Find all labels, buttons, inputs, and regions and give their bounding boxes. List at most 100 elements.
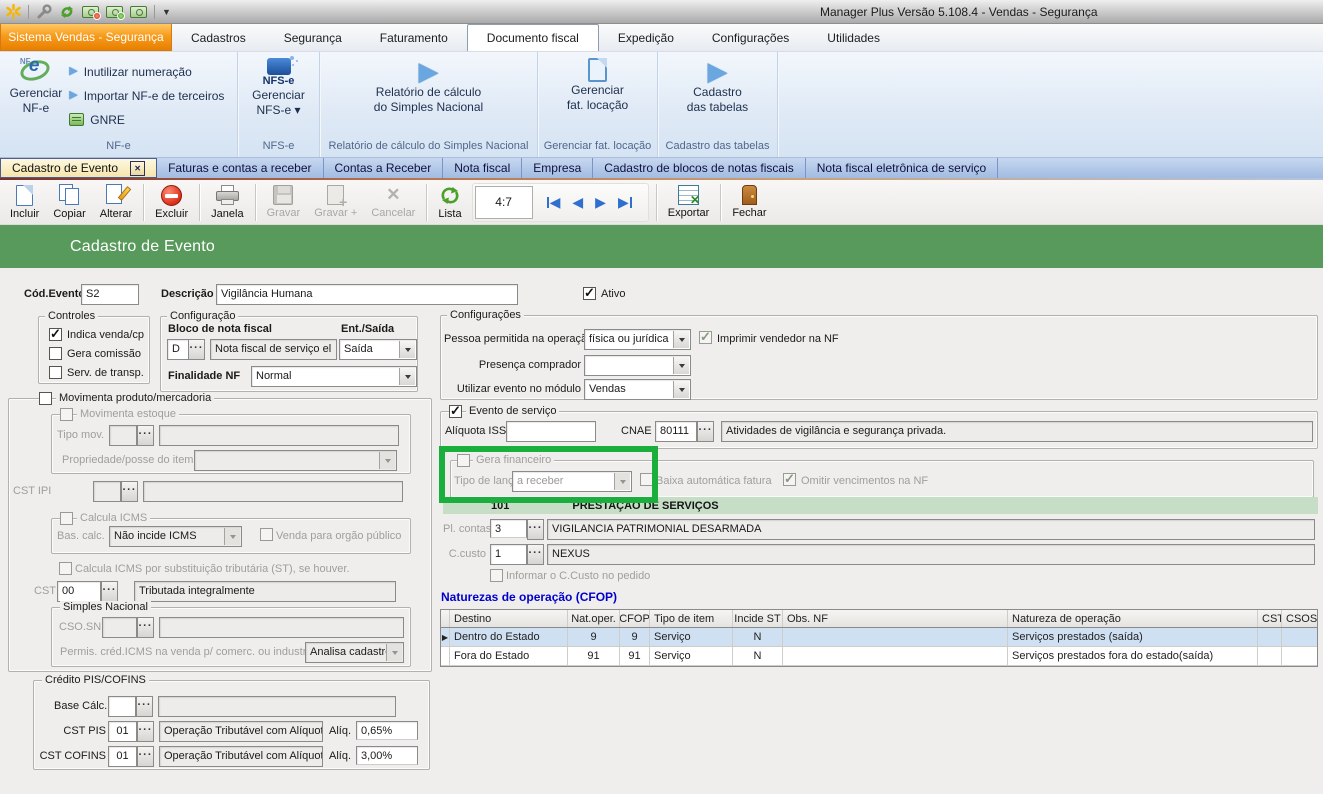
nav-first-button[interactable]: ◀ xyxy=(547,195,561,209)
aliq-cofins-input[interactable]: 3,00% xyxy=(356,746,418,765)
cst-pis-lookup-button[interactable] xyxy=(137,721,154,742)
bloco-input[interactable]: D xyxy=(167,339,189,360)
invoice-cancel-icon[interactable] xyxy=(82,6,99,18)
c-custo-lookup-button[interactable] xyxy=(527,544,544,565)
header-cell[interactable]: Obs. NF xyxy=(783,610,1008,627)
close-tab-icon[interactable] xyxy=(130,161,145,176)
c-custo-input[interactable]: 1 xyxy=(490,544,527,565)
header-cell[interactable]: Tipo de item xyxy=(650,610,733,627)
cnae-input[interactable]: 80111 xyxy=(655,421,697,442)
cso-sn-lookup-button[interactable] xyxy=(137,617,154,638)
cancelar-button[interactable]: ✕Cancelar xyxy=(364,182,422,223)
gera-comissao-checkbox[interactable] xyxy=(49,347,62,360)
doc-tab-contas-a-receber[interactable]: Contas a Receber xyxy=(324,158,444,178)
doc-tab-cadastro-de-evento[interactable]: Cadastro de Evento xyxy=(0,158,157,178)
refresh-icon[interactable] xyxy=(59,4,75,20)
ent-saida-dropdown[interactable]: Saída xyxy=(339,339,417,360)
nav-next-button[interactable]: ▶ xyxy=(595,195,606,209)
pessoa-permitida-dropdown[interactable]: física ou jurídica xyxy=(584,329,691,350)
pl-contas-lookup-button[interactable] xyxy=(527,519,544,540)
exportar-button[interactable]: Exportar xyxy=(661,182,717,223)
janela-button[interactable]: Janela xyxy=(204,182,250,223)
presenca-comprador-dropdown[interactable] xyxy=(584,355,691,376)
bloco-lookup-button[interactable] xyxy=(188,339,205,360)
doc-tab-nfse[interactable]: Nota fiscal eletrônica de serviço xyxy=(806,158,998,178)
gravar-mais-button[interactable]: Gravar + xyxy=(307,182,364,223)
cnae-lookup-button[interactable] xyxy=(697,421,714,442)
menu-tab-seguranca[interactable]: Segurança xyxy=(265,24,361,51)
invoice-add-icon[interactable] xyxy=(106,6,123,18)
cst-ipi-lookup-button[interactable] xyxy=(121,481,138,502)
importar-nfe-button[interactable]: ▶Importar NF-e de terceiros xyxy=(69,85,224,106)
wrench-icon[interactable] xyxy=(36,4,52,20)
doc-tab-faturas[interactable]: Faturas e contas a receber xyxy=(157,158,323,178)
cadastro-tabelas-button[interactable]: ▶ Cadastro das tabelas xyxy=(682,55,753,117)
header-cell[interactable]: CFOP xyxy=(620,610,650,627)
header-cell[interactable]: Incide ST xyxy=(733,610,783,627)
copiar-button[interactable]: Copiar xyxy=(46,182,92,223)
header-cell[interactable]: CSOSN xyxy=(1282,610,1317,627)
lista-button[interactable]: Lista xyxy=(431,182,468,223)
doc-tab-nota-fiscal[interactable]: Nota fiscal xyxy=(443,158,522,178)
movimenta-produto-checkbox[interactable] xyxy=(39,392,52,405)
imprimir-vendedor-checkbox[interactable] xyxy=(699,331,712,344)
cod-evento-input[interactable]: S2 xyxy=(81,284,139,305)
gnre-button[interactable]: GNRE xyxy=(69,109,224,130)
app-menu-button[interactable]: Sistema Vendas - Segurança xyxy=(0,24,172,51)
header-cell[interactable]: Destino xyxy=(450,610,568,627)
serv-transp-checkbox[interactable] xyxy=(49,366,62,379)
calcula-st-checkbox[interactable] xyxy=(59,562,72,575)
cso-sn-input[interactable] xyxy=(102,617,137,638)
aliquota-iss-input[interactable] xyxy=(506,421,596,442)
indica-venda-checkbox[interactable] xyxy=(49,328,62,341)
invoice-icon[interactable] xyxy=(130,6,147,18)
base-calc-input[interactable] xyxy=(108,696,136,717)
venda-orgao-checkbox[interactable] xyxy=(260,528,273,541)
cfop-table-row[interactable]: Fora do Estado9191ServiçoNServiços prest… xyxy=(441,647,1317,666)
permis-dropdown[interactable]: Analisa cadastro xyxy=(305,642,404,663)
cst-cofins-input[interactable]: 01 xyxy=(108,746,137,767)
cst-pis-input[interactable]: 01 xyxy=(108,721,137,742)
doc-tab-empresa[interactable]: Empresa xyxy=(522,158,593,178)
descricao-input[interactable]: Vigilância Humana xyxy=(216,284,518,305)
relatorio-simples-button[interactable]: ▶ Relatório de cálculo do Simples Nacion… xyxy=(369,55,488,117)
cst-ipi-input[interactable] xyxy=(93,481,121,502)
utilizar-modulo-dropdown[interactable]: Vendas xyxy=(584,379,691,400)
menu-tab-faturamento[interactable]: Faturamento xyxy=(361,24,467,51)
ativo-checkbox[interactable] xyxy=(583,287,596,300)
calcula-icms-checkbox[interactable] xyxy=(60,512,73,525)
incluir-button[interactable]: Incluir xyxy=(3,182,46,223)
cfop-table-row[interactable]: ▶Dentro do Estado99ServiçoNServiços pres… xyxy=(441,628,1317,647)
tipo-mov-lookup-button[interactable] xyxy=(137,425,154,446)
fechar-button[interactable]: Fechar xyxy=(725,182,773,223)
alterar-button[interactable]: Alterar xyxy=(93,182,139,223)
menu-tab-configuracoes[interactable]: Configurações xyxy=(693,24,808,51)
header-cell[interactable]: Natureza de operação xyxy=(1008,610,1258,627)
menu-tab-expedicao[interactable]: Expedição xyxy=(599,24,693,51)
nav-prev-button[interactable]: ◀ xyxy=(572,195,583,209)
qat-dropdown-icon[interactable]: ▼ xyxy=(162,7,171,17)
informar-ccusto-checkbox[interactable] xyxy=(490,569,503,582)
excluir-button[interactable]: Excluir xyxy=(148,182,195,223)
gravar-button[interactable]: Gravar xyxy=(260,182,308,223)
nav-last-button[interactable]: ▶ xyxy=(618,195,632,209)
base-calc-lookup-button[interactable] xyxy=(136,696,153,717)
movimenta-estoque-checkbox[interactable] xyxy=(60,408,73,421)
doc-tab-blocos-notas[interactable]: Cadastro de blocos de notas fiscais xyxy=(593,158,805,178)
menu-tab-documento-fiscal[interactable]: Documento fiscal xyxy=(467,24,599,51)
header-cell[interactable]: Nat.oper. xyxy=(568,610,620,627)
evento-servico-checkbox[interactable] xyxy=(449,405,462,418)
gerenciar-nfse-button[interactable]: NFS-e Gerenciar NFS-e ▾ xyxy=(247,55,310,120)
bas-calc-dropdown[interactable]: Não incide ICMS xyxy=(109,526,242,547)
aliq-pis-input[interactable]: 0,65% xyxy=(356,721,418,740)
header-cell[interactable]: CST xyxy=(1258,610,1282,627)
tipo-mov-input[interactable] xyxy=(109,425,137,446)
pl-contas-input[interactable]: 3 xyxy=(490,519,527,538)
inutilizar-numeracao-button[interactable]: ▶Inutilizar numeração xyxy=(69,61,224,82)
cst-lookup-button[interactable] xyxy=(101,581,118,602)
menu-tab-utilidades[interactable]: Utilidades xyxy=(808,24,899,51)
gerenciar-fat-locacao-button[interactable]: Gerenciar fat. locação xyxy=(562,55,633,115)
gerenciar-nfe-button[interactable]: NFe Gerenciar NF-e xyxy=(5,55,68,118)
cst-input[interactable]: 00 xyxy=(57,581,101,602)
finalidade-dropdown[interactable]: Normal xyxy=(251,366,417,387)
